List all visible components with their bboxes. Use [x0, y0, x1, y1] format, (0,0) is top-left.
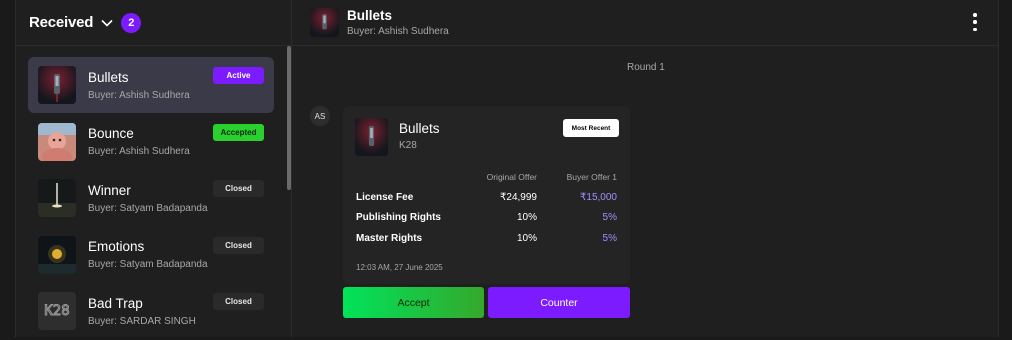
- status-badge: Closed: [213, 180, 264, 198]
- offer-title: Bullets: [88, 69, 129, 85]
- buyer-offer-header: Buyer Offer 1: [566, 172, 617, 182]
- offer-list-item[interactable]: Emotions Buyer: Satyam Badapanda Closed: [28, 227, 274, 283]
- offer-list-item[interactable]: Bullets Buyer: Ashish Sudhera Active: [28, 57, 274, 113]
- cover-logo-text: K28: [44, 303, 70, 320]
- card-cover-image: [355, 118, 388, 156]
- avatar: AS: [310, 106, 330, 126]
- status-badge: Closed: [213, 293, 264, 311]
- card-subtitle: K28: [399, 140, 417, 151]
- received-count-badge: 2: [121, 12, 142, 33]
- offer-detail: Bullets Buyer: Ashish Sudhera Round 1 AS…: [292, 0, 998, 337]
- offer-list: Bullets Buyer: Ashish Sudhera Active Bou…: [28, 57, 274, 340]
- offer-list-item[interactable]: K28 Bad Trap Buyer: SARDAR SINGH Closed: [28, 283, 274, 339]
- offer-list-item[interactable]: Winner Buyer: Satyam Badapanda Closed: [28, 170, 274, 226]
- offers-sidebar: Received 2 Bullets Buyer: Ashish Sudhera…: [16, 0, 292, 337]
- license-fee-original: ₹24,999: [500, 192, 537, 203]
- detail-title: Bullets: [347, 8, 393, 23]
- status-badge: Closed: [213, 236, 264, 254]
- master-rights-buyer: 5%: [602, 233, 617, 244]
- detail-header: Bullets Buyer: Ashish Sudhera: [292, 0, 998, 46]
- sidebar-scrollbar[interactable]: [287, 46, 291, 190]
- most-recent-badge: Most Recent: [563, 119, 619, 137]
- offer-buyer: Buyer: Ashish Sudhera: [88, 146, 190, 158]
- detail-cover-image: [310, 8, 339, 37]
- offer-title: Bad Trap: [88, 295, 143, 311]
- winner-cover-image: [38, 179, 76, 218]
- license-fee-label: License Fee: [356, 192, 414, 203]
- counter-button[interactable]: Counter: [488, 287, 630, 318]
- publishing-rights-label: Publishing Rights: [356, 212, 441, 223]
- offer-timestamp: 12:03 AM, 27 June 2025: [356, 263, 443, 272]
- card-title: Bullets: [399, 121, 440, 136]
- license-fee-buyer: ₹15,000: [580, 192, 617, 203]
- bad-trap-cover-image: K28: [38, 292, 76, 331]
- detail-buyer: Buyer: Ashish Sudhera: [347, 26, 449, 37]
- offer-buyer: Buyer: SARDAR SINGH: [88, 315, 196, 327]
- offer-title: Bounce: [88, 126, 134, 142]
- offer-title: Winner: [88, 182, 131, 198]
- accept-button[interactable]: Accept: [343, 287, 484, 318]
- status-badge: Active: [213, 67, 264, 84]
- received-filter-label[interactable]: Received: [29, 14, 93, 31]
- offer-buyer: Buyer: Satyam Badapanda: [88, 202, 208, 214]
- offer-title: Emotions: [88, 239, 145, 255]
- more-options-icon[interactable]: [972, 13, 978, 31]
- offers-app: Received 2 Bullets Buyer: Ashish Sudhera…: [15, 0, 999, 337]
- bounce-cover-image: [38, 122, 76, 161]
- publishing-rights-original: 10%: [516, 212, 537, 223]
- publishing-rights-buyer: 5%: [602, 212, 617, 223]
- emotions-cover-image: [38, 235, 76, 274]
- master-rights-original: 10%: [516, 233, 537, 244]
- bullets-cover-image: [38, 66, 76, 104]
- original-offer-header: Original Offer: [486, 172, 537, 182]
- sidebar-header: Received 2: [16, 0, 291, 46]
- status-badge: Accepted: [213, 123, 264, 141]
- offer-card: Bullets K28 Most Recent Original Offer B…: [343, 106, 630, 284]
- round-label: Round 1: [627, 62, 665, 73]
- master-rights-label: Master Rights: [356, 233, 423, 244]
- offer-buyer: Buyer: Ashish Sudhera: [88, 89, 190, 101]
- offer-buyer: Buyer: Satyam Badapanda: [88, 259, 208, 271]
- offer-list-item[interactable]: Bounce Buyer: Ashish Sudhera Accepted: [28, 114, 274, 170]
- chevron-down-icon[interactable]: [101, 19, 113, 27]
